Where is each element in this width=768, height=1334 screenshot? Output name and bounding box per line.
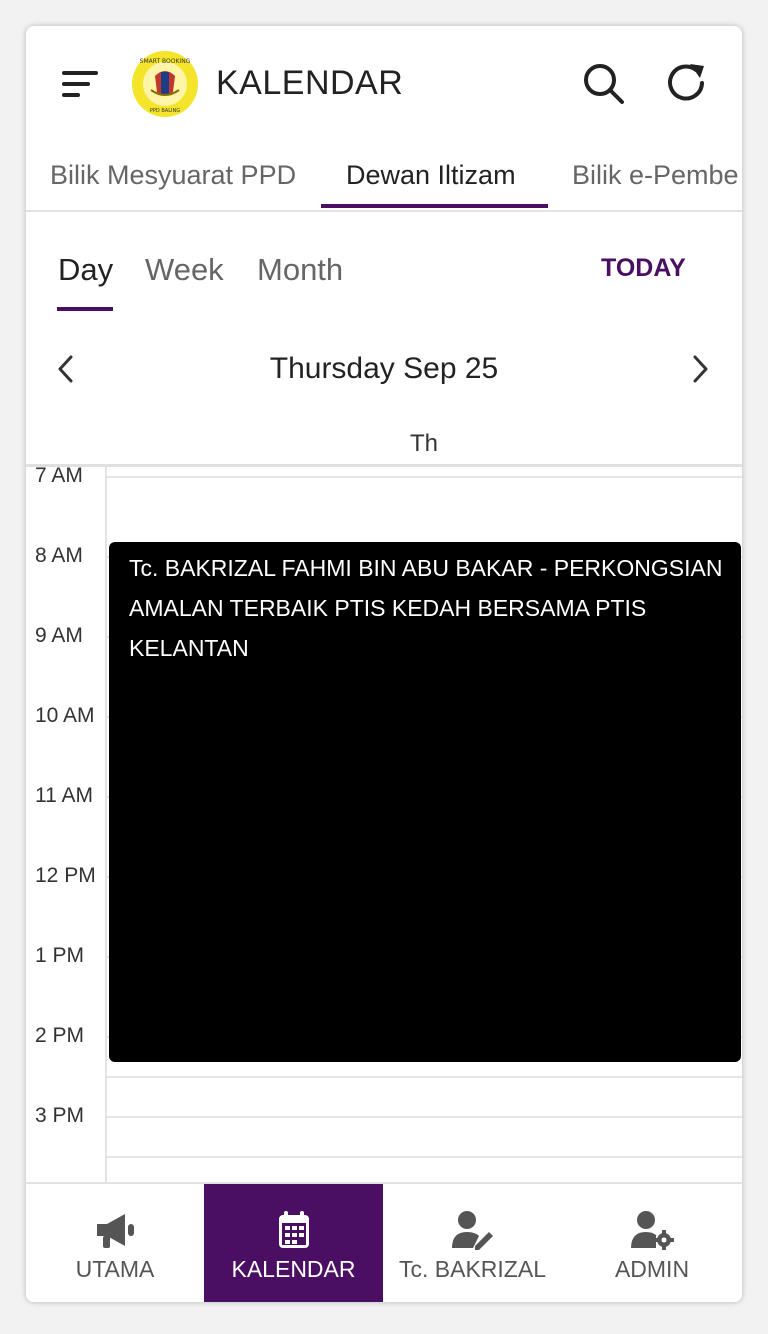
app-screen: SMART BOOKING PPD BALING KALENDAR Bilik … [26,26,742,1302]
user-cog-icon [631,1211,674,1250]
app-logo: SMART BOOKING PPD BALING [131,50,199,118]
nav-profile[interactable]: Tc. BAKRIZAL [383,1184,562,1302]
calendar-icon [278,1211,309,1248]
nav-label: KALENDAR [231,1256,356,1282]
current-date: Thursday Sep 25 [269,352,499,385]
svg-text:SMART BOOKING: SMART BOOKING [140,58,191,65]
nav-label: ADMIN [614,1256,690,1282]
nav-utama[interactable]: UTAMA [26,1184,204,1302]
time-label: 11 AM [35,784,93,807]
time-label: 2 PM [35,1024,85,1047]
time-label: 7 AM [35,464,83,487]
time-label: 10 AM [35,704,95,727]
tab-day[interactable]: Day [58,252,113,288]
room-tabs: Bilik Mesyuarat PPD Dewan Iltizam Bilik … [26,144,742,212]
tab-month[interactable]: Month [257,252,343,288]
day-column-header: Th [409,430,438,457]
time-label: 9 AM [35,624,83,647]
time-label: 3 PM [35,1104,85,1127]
bottom-navigation: UTAMA KALENDAR Tc. BAKRIZAL ADMIN [26,1182,742,1302]
tab-bilik-mesyuarat-ppd[interactable]: Bilik Mesyuarat PPD [50,160,296,191]
svg-text:PPD BALING: PPD BALING [150,108,180,114]
user-edit-icon [451,1211,493,1250]
grid-divider [26,464,742,467]
half-hour-line [107,1076,742,1078]
search-button[interactable] [582,62,626,106]
page-title: KALENDAR [216,64,404,102]
nav-kalendar[interactable]: KALENDAR [204,1184,383,1302]
time-label: 1 PM [35,944,85,967]
time-label: 8 AM [35,544,83,567]
time-label: 12 PM [35,864,96,887]
nav-admin[interactable]: ADMIN [562,1184,742,1302]
previous-day-button[interactable] [52,352,80,386]
chevron-left-icon [58,355,73,383]
nav-label: Tc. BAKRIZAL [399,1256,546,1282]
refresh-icon [668,64,704,101]
menu-icon [62,71,98,97]
calendar-event[interactable]: Tc. BAKRIZAL FAHMI BIN ABU BAKAR - PERKO… [109,542,741,1062]
active-tab-indicator [321,204,548,208]
top-app-bar: SMART BOOKING PPD BALING KALENDAR [26,26,742,138]
tab-bilik-e-pembe[interactable]: Bilik e-Pembe [572,160,739,191]
menu-button[interactable] [60,68,100,100]
hour-line [107,476,742,478]
chevron-right-icon [693,355,708,383]
next-day-button[interactable] [686,352,714,386]
nav-label: UTAMA [75,1256,155,1282]
refresh-button[interactable] [664,60,710,106]
search-icon [584,64,624,104]
event-title: Tc. BAKRIZAL FAHMI BIN ABU BAKAR - PERKO… [129,555,723,661]
tab-dewan-iltizam[interactable]: Dewan Iltizam [346,160,516,191]
tab-week[interactable]: Week [145,252,224,288]
today-button[interactable]: TODAY [601,254,686,283]
hour-line [107,1116,742,1118]
active-view-indicator [57,307,113,311]
half-hour-line [107,1156,742,1158]
megaphone-icon [97,1214,134,1248]
day-time-grid[interactable]: 7 AM 8 AM 9 AM 10 AM 11 AM 12 PM 1 PM 2 … [26,464,742,1184]
